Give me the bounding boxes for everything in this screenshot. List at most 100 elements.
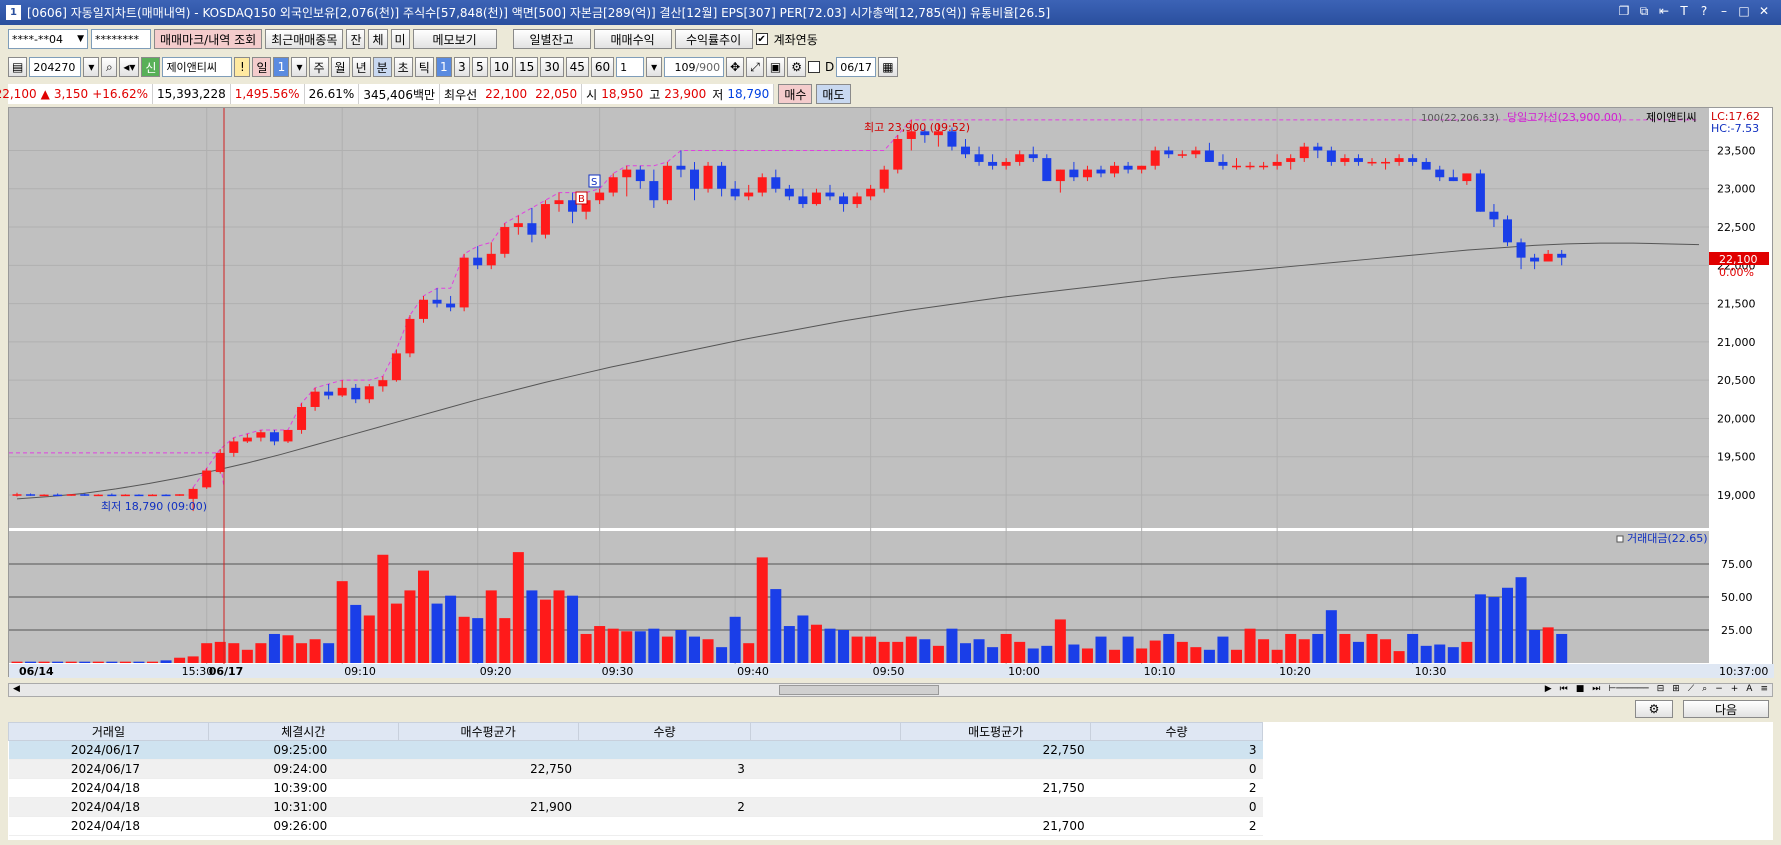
candle-body [229, 441, 239, 453]
interval-10[interactable]: 10 [489, 57, 514, 77]
period-min[interactable]: 분 [372, 57, 392, 77]
buy-button[interactable]: 매수 [778, 84, 813, 104]
split-icon[interactable]: ⊞ [1672, 684, 1680, 694]
draw-icon[interactable]: ⤢ [746, 57, 764, 77]
interval-15[interactable]: 15 [515, 57, 539, 77]
profit-trend-button[interactable]: 수익률추이 [674, 29, 753, 49]
date-checkbox[interactable] [807, 61, 820, 73]
candle-body [1326, 150, 1336, 162]
table-row[interactable]: 2024/04/18 10:31:00 21,900 2 0 [8, 797, 1263, 817]
next-button[interactable]: 다음 [1683, 700, 1769, 718]
period-month[interactable]: 월 [330, 57, 350, 77]
period-num-dropdown[interactable]: ▾ [291, 57, 308, 77]
tab-che[interactable]: 체 [368, 29, 388, 49]
tab-jan[interactable]: 잔 [346, 29, 366, 49]
sell-button[interactable]: 매도 [816, 84, 851, 104]
volume-bar [1000, 633, 1012, 663]
play-icon[interactable]: ▶ [1545, 684, 1552, 694]
daily-balance-button[interactable]: 일별잔고 [512, 29, 591, 49]
list-icon[interactable]: ≡ [1760, 684, 1768, 694]
table-row[interactable]: 2024/04/18 10:39:00 21,750 2 [8, 778, 1263, 798]
candle-body [419, 299, 428, 319]
account-link-checkbox[interactable]: ✔ [755, 33, 768, 45]
interval-60[interactable]: 60 [590, 57, 615, 77]
account-select[interactable]: ****-**04 ▼ [8, 29, 88, 49]
interval-1[interactable]: 1 [435, 57, 452, 77]
interval-count-input[interactable]: 1 [616, 57, 645, 77]
close-icon[interactable]: ✕ [1757, 4, 1771, 18]
grid-settings-button[interactable]: ⚙ [1635, 700, 1673, 718]
zoom-slider-icon[interactable]: ⊢────── [1608, 684, 1648, 694]
trade-profit-button[interactable]: 매매수익 [593, 29, 672, 49]
layout-icon[interactable]: ▤ [8, 57, 28, 77]
app-icon[interactable]: 1 [6, 5, 21, 20]
gear-icon[interactable]: ⚙ [787, 57, 806, 77]
trade-mark-button[interactable]: 매매마크/내역 조회 [154, 29, 263, 49]
price-tick-label: 20,000 [1717, 412, 1756, 425]
candle-body [1367, 161, 1377, 164]
interval-45[interactable]: 45 [565, 57, 589, 77]
interval-3[interactable]: 3 [453, 57, 470, 77]
draw-line-icon[interactable]: ⟋ [1688, 684, 1694, 694]
candle-body [811, 192, 821, 205]
copy-icon[interactable]: ⧉ [1637, 4, 1651, 18]
minimize-icon[interactable]: – [1717, 4, 1731, 18]
period-week[interactable]: 주 [309, 57, 329, 77]
font-icon[interactable]: T [1677, 4, 1691, 18]
exec-time: 09:26:00 [208, 816, 399, 836]
candle-body [202, 470, 212, 488]
chart-area[interactable]: 23,500 23,000 22,500 22,000 21,500 21,000 20,5… [8, 107, 1774, 678]
code-dropdown[interactable]: ▾ [83, 57, 100, 77]
scroll-left-icon[interactable]: ◀ [13, 684, 20, 694]
password-field[interactable]: ******** [91, 29, 151, 49]
period-day[interactable]: 일 [252, 57, 272, 77]
help-icon[interactable]: ? [1697, 4, 1711, 18]
memo-button[interactable]: 메모보기 [412, 29, 497, 49]
candle-body [608, 177, 618, 193]
alert-button[interactable]: ! [234, 57, 251, 77]
search-icon[interactable]: ⌕ [101, 57, 118, 77]
period-sec[interactable]: 초 [393, 57, 413, 77]
calendar-icon[interactable]: ▦ [878, 57, 898, 77]
stop-icon[interactable]: ■ [1576, 684, 1585, 694]
period-num[interactable]: 1 [273, 57, 290, 77]
crosshair-icon[interactable]: ✥ [726, 57, 745, 77]
candle-body [1069, 169, 1079, 178]
table-row[interactable]: 2024/06/17 09:24:00 22,750 3 0 [8, 759, 1263, 779]
table-row[interactable]: 2024/04/18 09:26:00 21,700 2 [8, 816, 1263, 836]
zoom-out-icon[interactable]: ⊟ [1657, 684, 1665, 694]
stock-code-input[interactable]: 204270 [29, 57, 82, 77]
interval-30[interactable]: 30 [540, 57, 564, 77]
maximize-icon[interactable]: □ [1737, 4, 1751, 18]
candle-body [1150, 150, 1160, 166]
forward-icon[interactable]: ⏭ [1592, 684, 1600, 694]
restore-icon[interactable]: ❐ [1617, 4, 1631, 18]
minus-icon[interactable]: − [1715, 684, 1723, 694]
price-chart-svg[interactable]: 23,50023,00022,50022,00021,50021,00020,5… [9, 108, 1774, 678]
pin-icon[interactable]: ⇤ [1657, 4, 1671, 18]
volume-bar [350, 604, 362, 663]
recent-trades-button[interactable]: 최근매매종목 [265, 29, 344, 49]
plus-icon[interactable]: + [1731, 684, 1739, 694]
magnify-icon[interactable]: ⌕ [1702, 684, 1707, 694]
rewind-icon[interactable]: ⏮ [1560, 684, 1568, 694]
speaker-icon[interactable]: ◂▾ [119, 57, 140, 77]
count-field[interactable]: 109/900 [664, 57, 725, 77]
tab-mi[interactable]: 미 [390, 29, 410, 49]
interval-5[interactable]: 5 [471, 57, 488, 77]
text-tool-icon[interactable]: A [1746, 684, 1752, 694]
period-tick[interactable]: 틱 [414, 57, 434, 77]
save-icon[interactable]: ▣ [765, 57, 786, 77]
candle-body [1123, 165, 1133, 170]
chart-scrollbar[interactable]: ◀ ▶ ⏮ ■ ⏭ ⊢────── ⊟ ⊞ ⟋ ⌕ − + A ≡ [8, 683, 1773, 697]
volume-bar [485, 590, 497, 663]
volume-bar [567, 595, 579, 663]
table-row[interactable]: 2024/06/17 09:25:00 22,750 3 [8, 740, 1263, 760]
period-year[interactable]: 년 [351, 57, 371, 77]
date-input[interactable]: 06/17 [836, 57, 877, 77]
scroll-thumb[interactable] [779, 685, 939, 695]
volume-bar [187, 656, 199, 663]
interval-dropdown[interactable]: ▾ [646, 57, 663, 77]
best-cell: 최우선 22,100 22,050 [440, 84, 583, 104]
buy-avg [398, 778, 579, 798]
